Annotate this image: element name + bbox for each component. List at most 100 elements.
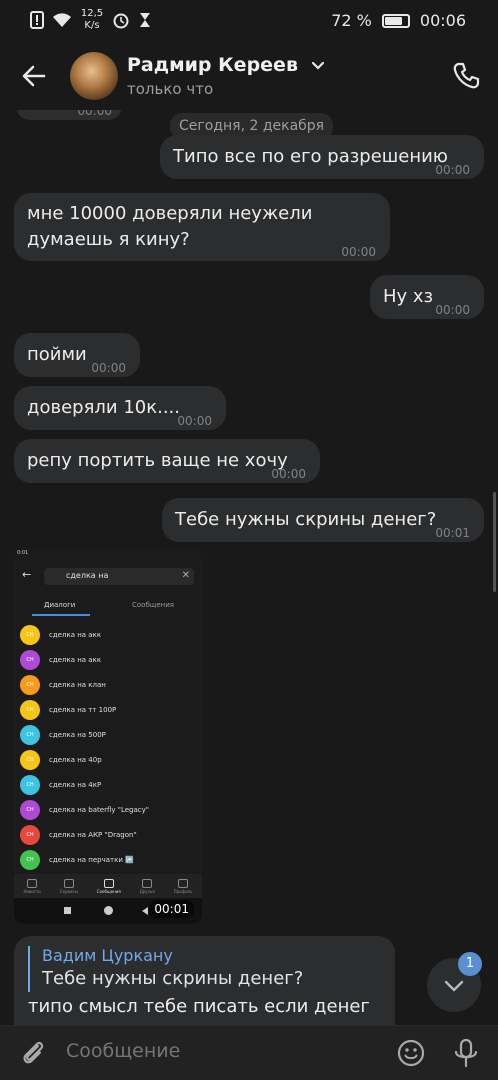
image-nav-item: Новости <box>23 878 41 894</box>
image-result-label: сделка на baterfly "Legacy" <box>49 805 149 814</box>
image-nav-item: Профиль <box>173 878 193 894</box>
message-text: Тебе нужны скрины денег? <box>175 509 437 530</box>
image-result-row: СН сделка на клан <box>20 672 202 697</box>
alert-icon <box>30 11 44 29</box>
message-time: 00:01 <box>149 900 194 918</box>
message-bubble-incoming[interactable]: репу портить ваще не хочу 00:00 <box>14 439 320 483</box>
status-bar: 12,5 K/s 72 % 00:06 <box>0 0 498 42</box>
composer <box>0 1025 498 1080</box>
avatar[interactable] <box>70 52 118 100</box>
image-tab-messages: Сообщения <box>132 601 175 609</box>
image-result-row: СН сделка на 4кР <box>20 772 202 797</box>
image-result-label: сделка на 500Р <box>49 730 106 739</box>
back-arrow-icon[interactable] <box>18 60 50 92</box>
message-text: мне 10000 доверяли неужели думаешь я кин… <box>27 203 313 250</box>
image-bottom-nav: Новости Сервисы Сообщения Друзья Профиль <box>14 874 202 898</box>
message-time: 00:00 <box>91 361 126 375</box>
message-bubble-incoming[interactable]: доверяли 10к.... 00:00 <box>14 386 226 430</box>
message-text: репу портить ваще не хочу <box>27 450 288 471</box>
image-nav-item: Друзья <box>139 878 155 894</box>
image-attachment[interactable]: 0:01 ← сделка на ✕ Диалоги Сообщения СН с… <box>14 548 202 924</box>
image-result-row: СН сделка на baterfly "Legacy" <box>20 797 202 822</box>
image-nav-item: Сервисы <box>59 878 78 894</box>
image-result-row: СН сделка на АКР "Dragon" <box>20 822 202 847</box>
image-close-icon: ✕ <box>181 570 190 581</box>
message-text: Типо все по его разрешению <box>173 146 448 167</box>
message-input[interactable] <box>66 1040 366 1062</box>
image-nav-icon <box>142 878 153 888</box>
image-nav-label: Сообщения <box>96 888 121 894</box>
image-back-icon: ← <box>22 568 32 581</box>
chat-header: Радмир Кереев только что <box>0 42 498 110</box>
message-list[interactable]: 00:00 Сегодня, 2 декабря Типо все по его… <box>0 110 498 1025</box>
image-status-bar: 0:01 <box>17 550 29 556</box>
image-nav-label: Друзья <box>139 888 155 894</box>
message-bubble-outgoing[interactable]: Типо все по его разрешению 00:00 <box>160 135 484 179</box>
image-result-row: СН сделка на акк <box>20 622 202 647</box>
message-bubble-outgoing[interactable]: Тебе нужны скрины денег? 00:01 <box>162 498 484 542</box>
image-result-label: сделка на акк <box>49 655 102 664</box>
image-result-avatar: СН <box>20 674 40 695</box>
contact-status: только что <box>127 80 214 98</box>
paperclip-icon[interactable] <box>18 1038 48 1068</box>
message-text: типо смысл тебе писать если денег нет <box>28 996 370 1025</box>
image-result-row: СН сделка на акк <box>20 647 202 672</box>
message-bubble-reply[interactable]: Вадим Цуркану Тебе нужны скрины денег? т… <box>14 936 395 1025</box>
scrollbar[interactable] <box>493 492 496 592</box>
contact-name[interactable]: Радмир Кереев <box>127 54 325 76</box>
message-time: 00:00 <box>435 303 470 317</box>
image-result-row: СН сделка на тт 100Р <box>20 697 202 722</box>
image-result-avatar: СН <box>20 799 40 820</box>
message-text: Ну хз <box>383 286 434 307</box>
clock: 00:06 <box>419 11 466 30</box>
image-result-avatar: СН <box>20 699 40 720</box>
image-result-avatar: СН <box>20 649 40 670</box>
image-nav-label: Сервисы <box>59 888 78 894</box>
message-time: 00:00 <box>435 163 470 177</box>
image-search-field: сделка на ✕ <box>44 568 194 585</box>
message-bubble-incoming[interactable]: пойми 00:00 <box>14 333 140 377</box>
image-nav-label: Профиль <box>173 888 193 894</box>
reply-author: Вадим Цуркану <box>42 946 173 965</box>
image-result-row: СН сделка на 40р <box>20 747 202 772</box>
emoji-icon[interactable] <box>396 1038 426 1068</box>
message-time: 00:00 <box>341 245 376 259</box>
message-bubble-outgoing[interactable]: Ну хз 00:00 <box>370 275 484 319</box>
battery-percent: 72 % <box>331 11 372 30</box>
image-result-label: сделка на тт 100Р <box>49 705 117 714</box>
image-result-avatar: СН <box>20 849 40 870</box>
image-result-label: сделка на перчатки 🆙 <box>49 855 134 864</box>
image-results-list: СН сделка на акк СН сделка на акк СН сделка н… <box>20 622 202 872</box>
message-bubble-partial[interactable]: 00:00 <box>16 110 122 120</box>
battery-icon <box>381 13 410 28</box>
reply-quote[interactable]: Вадим Цуркану Тебе нужны скрины денег? <box>28 946 303 992</box>
image-result-avatar: СН <box>20 724 40 745</box>
wifi-icon <box>53 13 71 27</box>
message-time: 00:01 <box>435 526 470 540</box>
image-result-label: сделка на 40р <box>49 755 102 764</box>
image-result-row: СН сделка на перчатки 🆙 <box>20 847 202 872</box>
reply-quoted-text: Тебе нужны скрины денег? <box>42 968 304 989</box>
alarm-icon <box>113 13 129 29</box>
chevron-down-icon[interactable] <box>311 61 325 71</box>
network-speed: 12,5 K/s <box>80 8 104 31</box>
image-tabs: Диалоги Сообщения <box>14 598 202 618</box>
message-bubble-incoming[interactable]: мне 10000 доверяли неужели думаешь я кин… <box>14 193 390 261</box>
image-result-avatar: СН <box>20 774 40 795</box>
unread-badge: 1 <box>458 952 482 976</box>
image-result-avatar: СН <box>20 749 40 770</box>
message-text: доверяли 10к.... <box>27 397 180 418</box>
hourglass-icon <box>140 13 150 27</box>
message-text: пойми <box>27 344 87 365</box>
microphone-icon[interactable] <box>451 1037 481 1069</box>
image-tab-dialogs: Диалоги <box>44 601 76 609</box>
message-time: 00:00 <box>177 414 212 428</box>
image-result-avatar: СН <box>20 824 40 845</box>
image-nav-label: Новости <box>23 888 41 894</box>
image-result-label: сделка на 4кР <box>49 780 102 789</box>
image-result-avatar: СН <box>20 624 40 645</box>
image-nav-icon <box>178 878 189 888</box>
image-nav-icon <box>27 878 38 888</box>
phone-icon[interactable] <box>450 60 482 92</box>
image-result-label: сделка на акк <box>49 630 102 639</box>
